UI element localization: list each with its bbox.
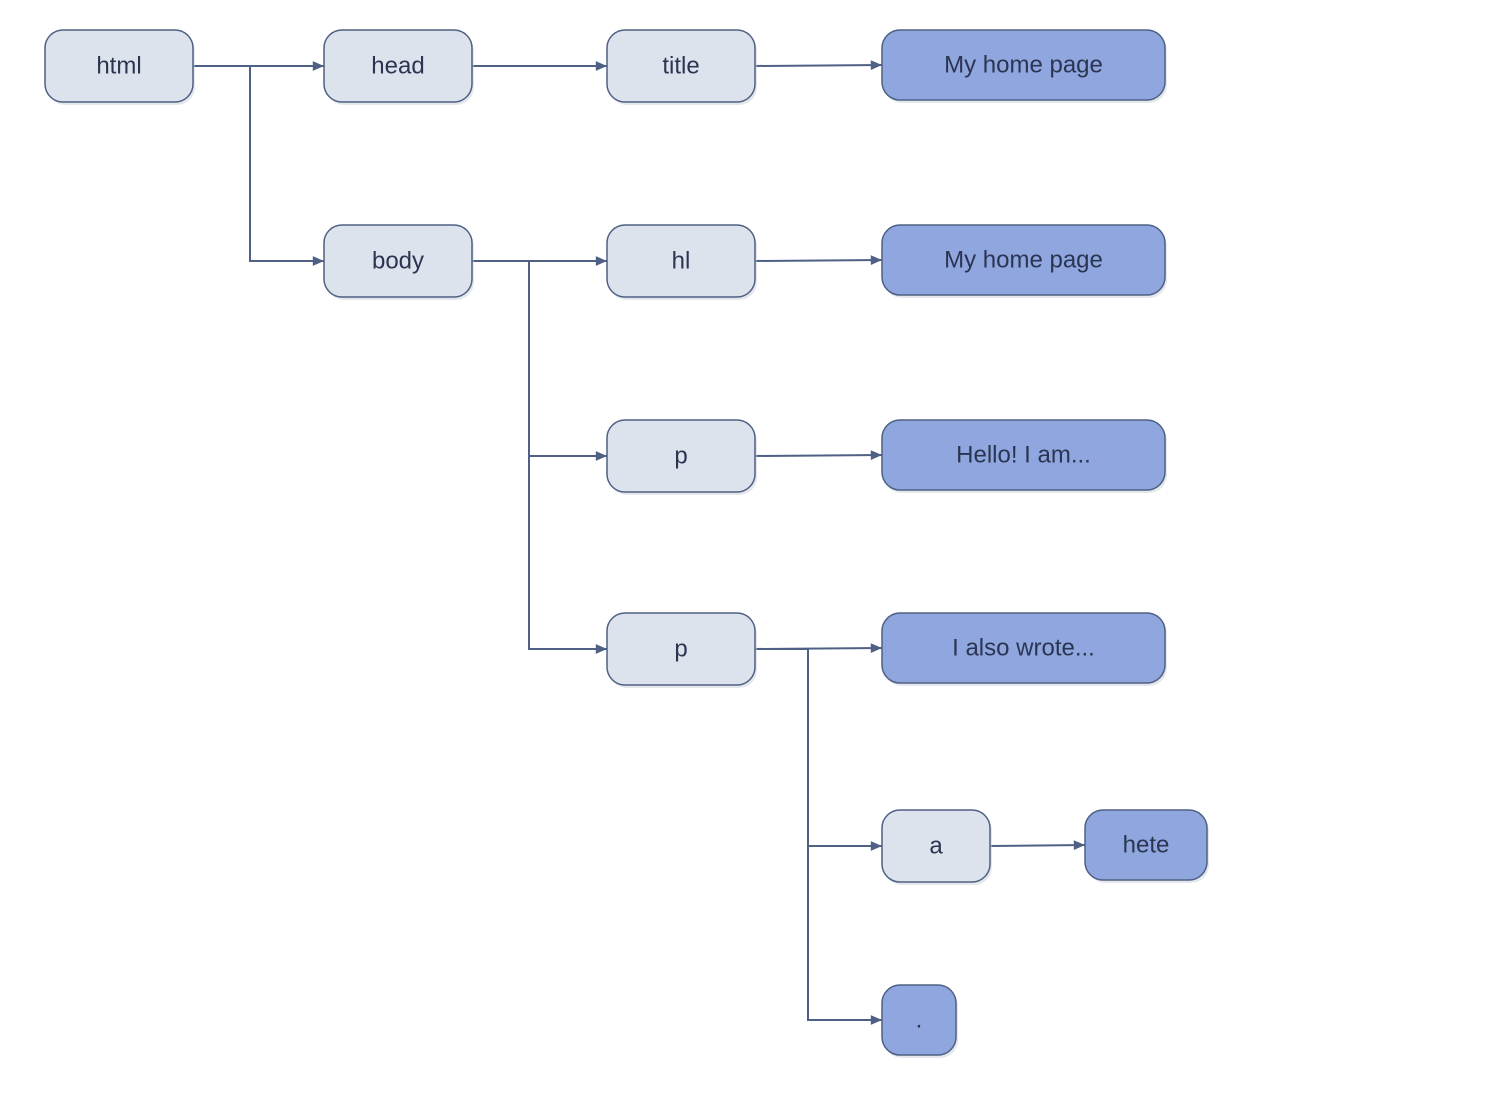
edge-p2-dot — [755, 649, 882, 1020]
node-label-a: a — [929, 833, 943, 860]
edge-html-body — [193, 66, 324, 261]
node-label-txt3: Hello! I am... — [956, 442, 1091, 469]
node-label-txt4: I also wrote... — [952, 635, 1095, 662]
node-label-html: html — [96, 53, 141, 80]
node-label-h1: hl — [672, 248, 691, 275]
node-label-txt5: hete — [1123, 832, 1170, 859]
node-dot: . — [882, 985, 958, 1058]
edge-title-txt1 — [755, 65, 882, 66]
edge-body-p1 — [472, 261, 607, 456]
node-html: html — [45, 30, 195, 105]
edge-p2-a — [755, 649, 882, 846]
edge-h1-txt2 — [755, 260, 882, 261]
node-txt3: Hello! I am... — [882, 420, 1167, 493]
node-label-txt2: My home page — [944, 247, 1103, 274]
node-label-title: title — [662, 53, 699, 80]
node-head: head — [324, 30, 474, 105]
node-h1: hl — [607, 225, 757, 300]
node-txt2: My home page — [882, 225, 1167, 298]
nodes-layer: html head title My home page body hl My home p… — [45, 30, 1209, 1058]
node-body: body — [324, 225, 474, 300]
node-a: a — [882, 810, 992, 885]
node-label-p1: p — [674, 443, 687, 470]
node-p2: p — [607, 613, 757, 688]
node-txt4: I also wrote... — [882, 613, 1167, 686]
edge-p1-txt3 — [755, 455, 882, 456]
node-txt5: hete — [1085, 810, 1209, 883]
node-txt1: My home page — [882, 30, 1167, 103]
node-title: title — [607, 30, 757, 105]
node-label-p2: p — [674, 636, 687, 663]
node-label-head: head — [371, 53, 424, 80]
node-p1: p — [607, 420, 757, 495]
node-label-dot: . — [916, 1007, 923, 1034]
node-label-txt1: My home page — [944, 52, 1103, 79]
node-label-body: body — [372, 248, 424, 275]
edge-a-txt5 — [990, 845, 1085, 846]
